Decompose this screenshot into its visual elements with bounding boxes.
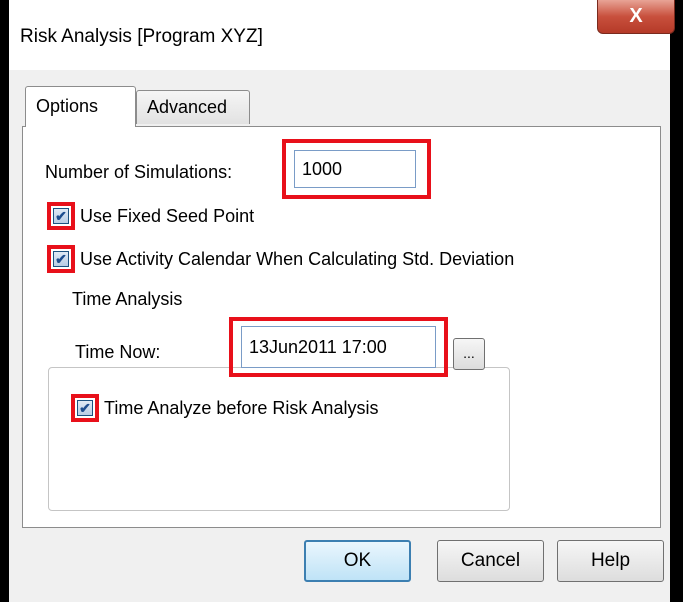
time-analyze-label: Time Analyze before Risk Analysis (104, 398, 379, 418)
cancel-button-label: Cancel (460, 550, 521, 571)
simulations-highlight (282, 139, 431, 199)
tab-advanced[interactable]: Advanced (136, 90, 250, 124)
ok-button[interactable]: OK (304, 540, 411, 582)
simulations-label: Number of Simulations: (45, 162, 233, 182)
ok-button-label: OK (343, 550, 372, 571)
tab-options[interactable]: Options (25, 86, 136, 127)
fixed-seed-highlight (47, 202, 75, 230)
time-now-label: Time Now: (75, 342, 161, 362)
activity-calendar-label: Use Activity Calendar When Calculating S… (80, 249, 515, 269)
window-title: Risk Analysis [Program XYZ] (20, 26, 263, 47)
time-now-highlight (229, 317, 448, 377)
time-analysis-title: Time Analysis (67, 289, 188, 310)
title-bar: Risk Analysis [Program XYZ] X (9, 0, 675, 70)
ellipsis-icon: ... (463, 345, 475, 361)
tab-advanced-label: Advanced (147, 97, 228, 117)
window-frame-right (670, 0, 683, 602)
close-button[interactable]: X (597, 0, 675, 34)
browse-date-button[interactable]: ... (453, 338, 485, 370)
window-frame-left (0, 0, 9, 602)
activity-calendar-highlight (47, 245, 75, 273)
help-button[interactable]: Help (557, 540, 664, 582)
tab-options-label: Options (36, 96, 99, 116)
time-analysis-group (48, 367, 510, 511)
help-button-label: Help (590, 550, 631, 571)
dialog-client-area: Options Advanced Number of Simulations: … (9, 70, 670, 602)
fixed-seed-label: Use Fixed Seed Point (80, 206, 255, 226)
cancel-button[interactable]: Cancel (437, 540, 544, 582)
time-analyze-highlight (71, 394, 99, 422)
close-icon: X (629, 5, 643, 27)
